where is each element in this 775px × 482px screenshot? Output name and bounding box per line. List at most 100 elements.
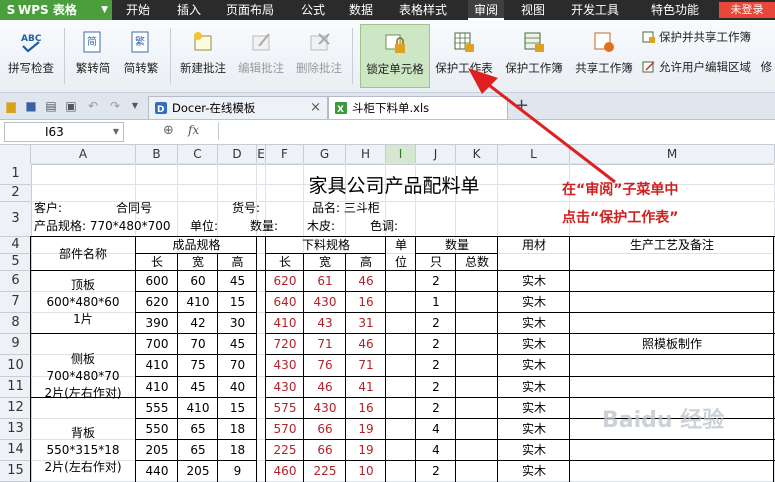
cell-d-row-14[interactable]: 18 [218, 440, 257, 460]
cell-d-row-15[interactable]: 9 [218, 461, 257, 481]
cell-l-row-15[interactable]: 实木 [498, 461, 570, 481]
cell-g-row-8[interactable]: 43 [304, 313, 346, 333]
column-header-a[interactable]: A [31, 145, 136, 165]
name-box[interactable]: I63 ▼ [4, 122, 124, 142]
column-header-c[interactable]: C [178, 145, 218, 165]
menu-item-special[interactable]: 特色功能 [651, 0, 699, 20]
cell-c-row-15[interactable]: 205 [178, 461, 218, 481]
row-header-15[interactable]: 15 [0, 461, 32, 482]
cell-g-row-13[interactable]: 66 [304, 419, 346, 439]
header-total[interactable]: 总数 [456, 254, 498, 271]
header-quantity[interactable]: 数量 [416, 237, 498, 254]
cell-b-row-10[interactable]: 410 [136, 355, 178, 376]
cell-g-row-11[interactable]: 46 [304, 377, 346, 397]
row-header-4[interactable]: 4 [0, 237, 32, 254]
cell-m-row-11[interactable] [570, 377, 774, 397]
chevron-down-icon[interactable]: ▼ [113, 123, 119, 141]
cell-h-row-9[interactable]: 46 [346, 334, 386, 354]
cell-f-row-12[interactable]: 575 [266, 398, 304, 418]
cell-c-row-14[interactable]: 65 [178, 440, 218, 460]
print-preview-icon[interactable]: ▣ [64, 99, 78, 113]
cell-d-row-11[interactable]: 40 [218, 377, 257, 397]
cell-b-row-11[interactable]: 410 [136, 377, 178, 397]
cell-c-row-6[interactable]: 60 [178, 271, 218, 291]
header-height[interactable]: 高 [218, 254, 257, 271]
function-icon[interactable]: fx [188, 123, 199, 137]
cell-b-row-9[interactable]: 700 [136, 334, 178, 354]
part-name-cell[interactable]: 侧板 700*480*70 2片(左右作对) [31, 334, 135, 419]
zoom-search-icon[interactable]: ⊕ [163, 123, 174, 138]
lock-cell-button[interactable]: 锁定单元格 [360, 24, 430, 88]
menu-item-insert[interactable]: 插入 [177, 0, 201, 20]
header-finished-spec[interactable]: 成品规格 [136, 237, 257, 254]
column-header-f[interactable]: F [266, 145, 304, 165]
menu-item-table-style[interactable]: 表格样式 [399, 0, 447, 20]
header-height[interactable]: 高 [346, 254, 386, 271]
row-header-2[interactable]: 2 [0, 185, 32, 202]
menu-item-developer[interactable]: 开发工具 [571, 0, 619, 20]
allow-edit-range-button[interactable]: 允许用户编辑区域 修 [642, 58, 772, 76]
to-simplified-button[interactable]: 繁 简转繁 [118, 24, 164, 86]
header-cut-spec[interactable]: 下料规格 [266, 237, 386, 254]
menu-item-page-layout[interactable]: 页面布局 [226, 0, 274, 20]
cell-c-row-12[interactable]: 410 [178, 398, 218, 418]
cell-l-row-13[interactable]: 实木 [498, 419, 570, 439]
menu-item-view[interactable]: 视图 [521, 0, 545, 20]
cell-b-row-6[interactable]: 600 [136, 271, 178, 291]
header-width[interactable]: 宽 [304, 254, 346, 271]
tab-docer-templates[interactable]: D Docer-在线模板 × [148, 96, 328, 119]
header-unit[interactable]: 单位 [394, 237, 408, 271]
cell-h-row-12[interactable]: 16 [346, 398, 386, 418]
cell-j-row-6[interactable]: 2 [416, 271, 456, 291]
column-header-h[interactable]: H [346, 145, 386, 165]
cell-l-row-14[interactable]: 实木 [498, 440, 570, 460]
quick-access-dropdown-icon[interactable]: ▼ [128, 99, 142, 113]
menu-item-data[interactable]: 数据 [349, 0, 373, 20]
cell-h-row-13[interactable]: 19 [346, 419, 386, 439]
cell-b-row-14[interactable]: 205 [136, 440, 178, 460]
select-all-corner[interactable] [0, 145, 31, 165]
cell-c-row-11[interactable]: 45 [178, 377, 218, 397]
cell-j-row-7[interactable]: 1 [416, 292, 456, 312]
cell-g-row-10[interactable]: 76 [304, 355, 346, 376]
wps-app-menu-button[interactable]: S WPS 表格 ▼ [0, 0, 112, 20]
cell-d-row-7[interactable]: 15 [218, 292, 257, 312]
spell-check-button[interactable]: ABC 拼写检查 [4, 24, 58, 86]
login-button[interactable]: 未登录 [719, 2, 775, 18]
cell-j-row-13[interactable]: 4 [416, 419, 456, 439]
cell-h-row-14[interactable]: 19 [346, 440, 386, 460]
cell-m-row-8[interactable] [570, 313, 774, 333]
cell-l-row-10[interactable]: 实木 [498, 355, 570, 376]
cell-l-row-6[interactable]: 实木 [498, 271, 570, 291]
cell-c-row-13[interactable]: 65 [178, 419, 218, 439]
cell-l-row-7[interactable]: 实木 [498, 292, 570, 312]
cell-f-row-11[interactable]: 430 [266, 377, 304, 397]
cell-j-row-8[interactable]: 2 [416, 313, 456, 333]
cell-h-row-6[interactable]: 46 [346, 271, 386, 291]
cell-c-row-8[interactable]: 42 [178, 313, 218, 333]
row-header-12[interactable]: 12 [0, 398, 32, 419]
cell-d-row-9[interactable]: 45 [218, 334, 257, 354]
to-traditional-button[interactable]: 简 繁转简 [70, 24, 116, 86]
part-name-cell[interactable]: 顶板 600*480*60 1片 [31, 271, 135, 334]
cell-j-row-15[interactable]: 2 [416, 461, 456, 481]
part-name-cell[interactable]: 背板 550*315*18 2片(左右作对) [31, 419, 135, 482]
cell-b-row-12[interactable]: 555 [136, 398, 178, 418]
cell-h-row-8[interactable]: 31 [346, 313, 386, 333]
menu-item-formula[interactable]: 公式 [301, 0, 325, 20]
header-each[interactable]: 只 [416, 254, 456, 271]
cell-h-row-11[interactable]: 41 [346, 377, 386, 397]
edit-comment-button[interactable]: 编辑批注 [234, 24, 288, 86]
cell-g-row-7[interactable]: 430 [304, 292, 346, 312]
cell-f-row-8[interactable]: 410 [266, 313, 304, 333]
row-header-7[interactable]: 7 [0, 292, 32, 313]
cell-l-row-11[interactable]: 实木 [498, 377, 570, 397]
row-header-13[interactable]: 13 [0, 419, 32, 440]
menu-item-review[interactable]: 审阅 [468, 0, 505, 20]
header-length[interactable]: 长 [136, 254, 178, 271]
column-header-b[interactable]: B [136, 145, 178, 165]
row-header-11[interactable]: 11 [0, 377, 32, 398]
cell-b-row-15[interactable]: 440 [136, 461, 178, 481]
cell-j-row-14[interactable]: 4 [416, 440, 456, 460]
cell-f-row-6[interactable]: 620 [266, 271, 304, 291]
